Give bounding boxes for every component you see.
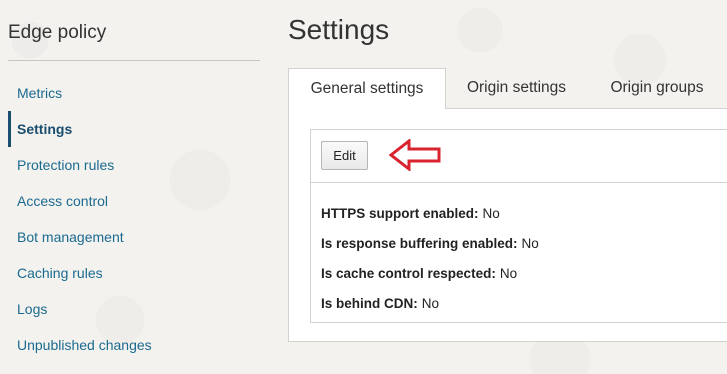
- detail-label: Is cache control respected:: [321, 265, 496, 281]
- detail-value: No: [482, 205, 500, 221]
- settings-card: Edit HTTPS support enabled: No Is respon…: [310, 129, 727, 323]
- sidebar-item-bot-management[interactable]: Bot management: [8, 219, 260, 255]
- settings-toolbar: Edit: [311, 130, 727, 183]
- settings-details: HTTPS support enabled: No Is response bu…: [311, 183, 727, 318]
- sidebar-item-metrics[interactable]: Metrics: [8, 75, 260, 111]
- general-settings-panel: Edit HTTPS support enabled: No Is respon…: [288, 108, 727, 342]
- sidebar: Edge policy Metrics Settings Protection …: [0, 0, 262, 374]
- sidebar-item-logs[interactable]: Logs: [8, 291, 260, 327]
- tab-origin-settings[interactable]: Origin settings: [446, 68, 587, 108]
- detail-row-behind-cdn: Is behind CDN: No: [321, 288, 727, 318]
- tab-origin-groups[interactable]: Origin groups: [587, 68, 727, 108]
- sidebar-nav: Metrics Settings Protection rules Access…: [8, 75, 260, 363]
- page-title: Settings: [288, 14, 390, 45]
- sidebar-title: Edge policy: [8, 22, 107, 43]
- sidebar-item-unpublished-changes[interactable]: Unpublished changes: [8, 327, 260, 363]
- sidebar-item-access-control[interactable]: Access control: [8, 183, 260, 219]
- detail-label: Is response buffering enabled:: [321, 235, 518, 251]
- sidebar-item-protection-rules[interactable]: Protection rules: [8, 147, 260, 183]
- sidebar-item-settings[interactable]: Settings: [8, 111, 260, 147]
- detail-value: No: [499, 265, 518, 281]
- tab-general-settings[interactable]: General settings: [288, 68, 446, 109]
- detail-row-cache-control: Is cache control respected: No: [321, 258, 727, 288]
- detail-value: No: [521, 235, 539, 251]
- sidebar-item-caching-rules[interactable]: Caching rules: [8, 255, 260, 291]
- detail-row-https: HTTPS support enabled: No: [321, 198, 727, 228]
- detail-label: Is behind CDN:: [321, 295, 418, 311]
- detail-label: HTTPS support enabled:: [321, 205, 479, 221]
- red-arrow-icon: [388, 137, 445, 176]
- tab-bar: General settings Origin settings Origin …: [288, 68, 727, 109]
- detail-row-response-buffering: Is response buffering enabled: No: [321, 228, 727, 258]
- detail-value: No: [421, 295, 440, 311]
- edit-button[interactable]: Edit: [321, 141, 368, 170]
- sidebar-divider: [8, 60, 260, 61]
